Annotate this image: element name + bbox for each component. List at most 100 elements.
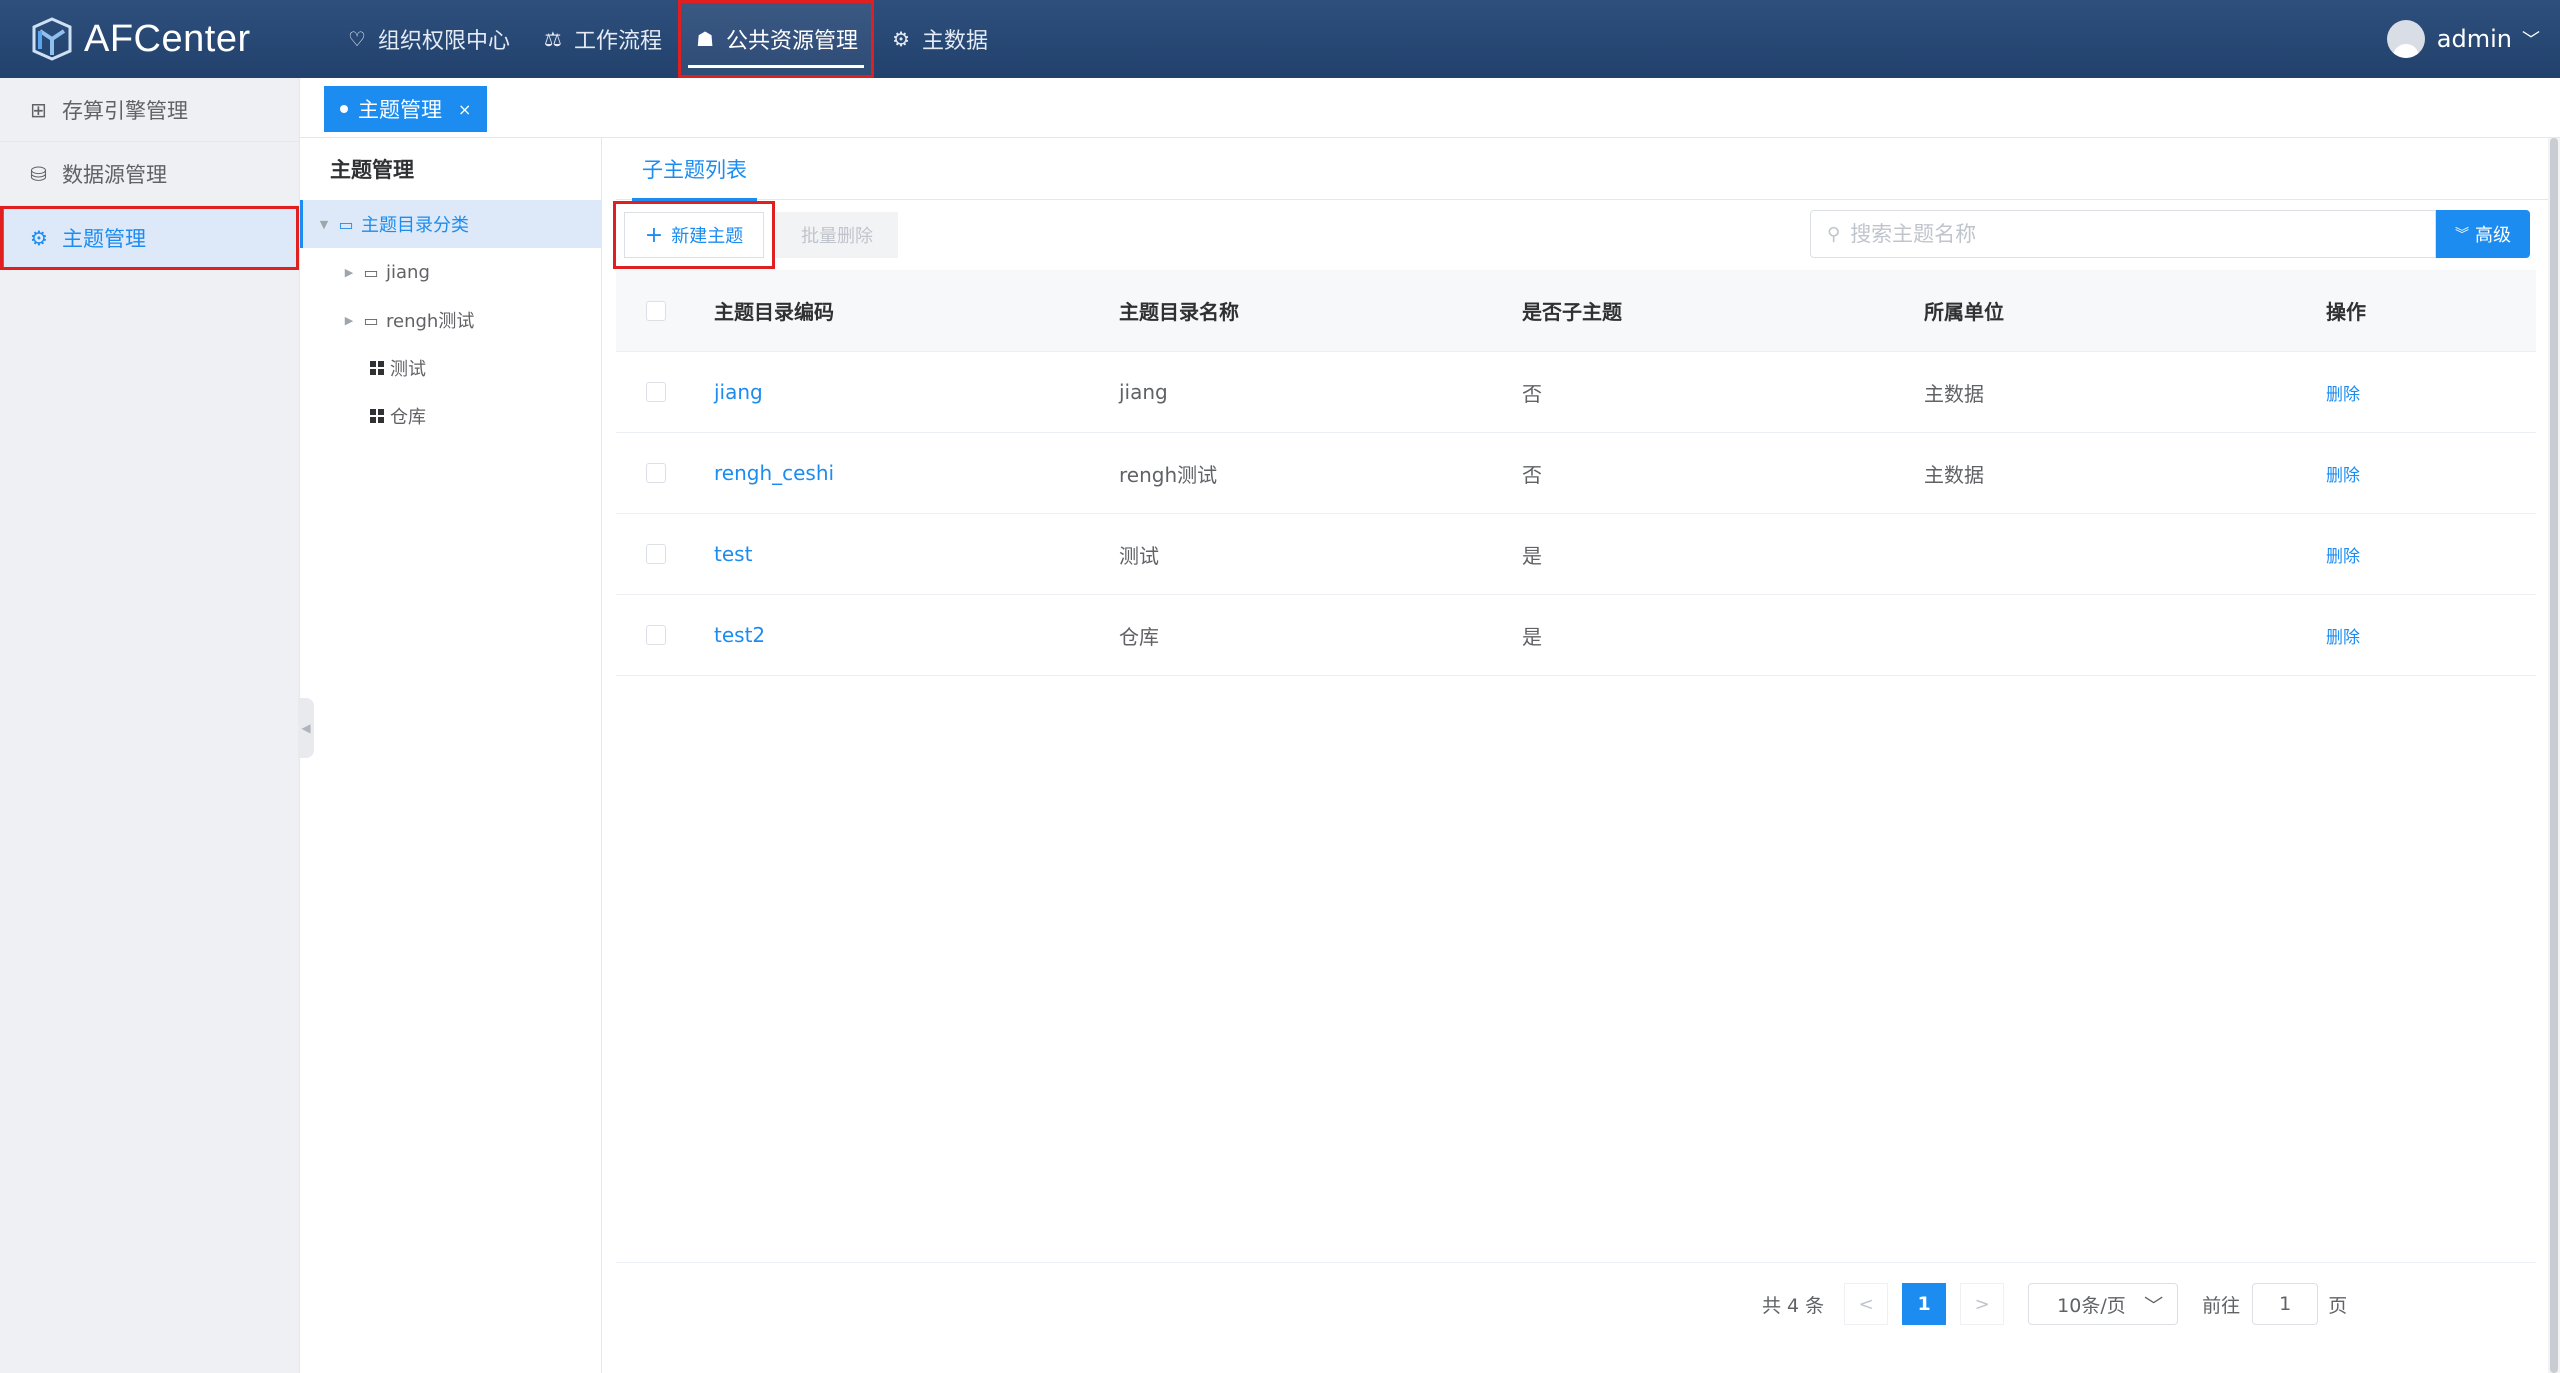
table-row: test2 仓库 是 删除: [616, 595, 2536, 676]
table-row: rengh_ceshi rengh测试 否 主数据 删除: [616, 433, 2536, 514]
nav-label: 公共资源管理: [726, 29, 859, 54]
grid-icon: ⊞: [30, 97, 47, 122]
page-suffix: 页: [2328, 1294, 2348, 1317]
row-checkbox[interactable]: [646, 382, 666, 402]
user-name: admin: [2436, 25, 2512, 53]
search-input[interactable]: [1850, 222, 2411, 246]
topic-code-link[interactable]: test2: [714, 623, 765, 647]
topic-code-link[interactable]: jiang: [714, 380, 763, 404]
page-tabs-bar: 主题管理 ×: [300, 78, 2560, 138]
nav-workflow[interactable]: ⚖ 工作流程: [526, 0, 678, 78]
new-topic-label: 新建主题: [671, 226, 744, 247]
row-checkbox[interactable]: [646, 544, 666, 564]
double-chevron-down-icon: ︾: [2455, 227, 2469, 243]
unit: 主数据: [1924, 381, 1984, 406]
topic-name: 仓库: [1119, 624, 1159, 649]
chevron-down-icon: ﹀: [2522, 30, 2540, 51]
delete-button[interactable]: 删除: [2326, 547, 2360, 567]
column-header: 是否子主题: [1522, 300, 1622, 324]
page-size-select[interactable]: 10条/页 ﹀: [2028, 1283, 2179, 1325]
topic-name: jiang: [1119, 380, 1168, 404]
main-content: 子主题列表 + 新建主题 批量删除 ⚲ ︾ 高级 主题目录编码 主题目录名称 是…: [602, 138, 2560, 1373]
row-checkbox[interactable]: [646, 463, 666, 483]
tree-node-root[interactable]: ▼ ▭ 主题目录分类: [300, 200, 601, 248]
batch-delete-button[interactable]: 批量删除: [776, 212, 898, 258]
goto-page-input[interactable]: 1: [2252, 1283, 2319, 1325]
sidebar-item-datasource[interactable]: ⛁ 数据源管理: [0, 142, 299, 206]
nav-public-resource[interactable]: ☗ 公共资源管理: [678, 0, 875, 78]
nav-org-permission[interactable]: ♡ 组织权限中心: [330, 0, 526, 78]
folder-icon: ▭: [363, 262, 379, 282]
topic-table: 主题目录编码 主题目录名称 是否子主题 所属单位 操作 jiang jiang …: [616, 270, 2536, 676]
tree-node-label: 主题目录分类: [361, 215, 469, 236]
sidebar-item-label: 主题管理: [62, 226, 146, 251]
subtabs: 子主题列表: [616, 138, 2560, 201]
select-all-checkbox[interactable]: [646, 300, 666, 321]
sidebar: ⊞ 存算引擎管理 ⛁ 数据源管理 ⚙ 主题管理: [0, 78, 300, 1373]
tree-node[interactable]: ▶ ▭ rengh测试: [300, 296, 601, 344]
column-header: 所属单位: [1924, 300, 2004, 324]
chevron-down-icon: ﹀: [2144, 1294, 2164, 1317]
row-checkbox[interactable]: [646, 625, 666, 645]
tree-node-label: 仓库: [390, 407, 426, 428]
toolbar: + 新建主题 批量删除 ⚲ ︾ 高级: [613, 201, 2560, 269]
nav-master-data[interactable]: ⚙ 主数据: [874, 0, 1004, 78]
sidebar-item-topic[interactable]: ⚙ 主题管理: [0, 206, 299, 270]
tab-subtopic-list[interactable]: 子主题列表: [632, 138, 757, 201]
is-subtopic: 是: [1522, 624, 1542, 649]
page-number-current[interactable]: 1: [1902, 1283, 1947, 1325]
delete-button[interactable]: 删除: [2326, 466, 2360, 486]
plus-icon: +: [644, 222, 664, 248]
pagination: 共 4 条 < 1 > 10条/页 ﹀ 前往 1 页: [1762, 1282, 2347, 1326]
search-box: ⚲: [1810, 210, 2436, 258]
sidebar-item-compute-engine[interactable]: ⊞ 存算引擎管理: [0, 78, 299, 142]
sidebar-item-label: 存算引擎管理: [62, 98, 188, 123]
afcenter-logo-icon: [32, 17, 72, 61]
is-subtopic: 是: [1522, 543, 1542, 568]
topic-code-link[interactable]: test: [714, 542, 752, 566]
folder-icon: ▭: [338, 214, 354, 234]
tree-node[interactable]: ▶ ▭ jiang: [300, 248, 601, 296]
page-tab-topic[interactable]: 主题管理 ×: [324, 86, 488, 132]
caret-right-icon[interactable]: ▶: [338, 314, 360, 327]
sliders-icon: ⚙: [30, 225, 48, 250]
topic-code-link[interactable]: rengh_ceshi: [714, 461, 834, 485]
table-header: 主题目录编码 主题目录名称 是否子主题 所属单位 操作: [616, 270, 2536, 352]
prev-page-button[interactable]: <: [1844, 1283, 1889, 1325]
tree-node[interactable]: 测试: [300, 344, 601, 392]
advanced-button[interactable]: ︾ 高级: [2436, 210, 2530, 258]
column-header: 主题目录名称: [1119, 300, 1239, 324]
new-topic-button[interactable]: + 新建主题: [624, 212, 764, 258]
tree-panel: 主题管理 ▼ ▭ 主题目录分类 ▶ ▭ jiang ▶ ▭ rengh测试 测试…: [300, 138, 602, 1373]
sliders-icon: ⚙: [892, 27, 911, 51]
tree-node-label: 测试: [390, 359, 426, 380]
logo[interactable]: AFCenter: [30, 17, 251, 61]
nav-label: 主数据: [922, 29, 989, 54]
advanced-label: 高级: [2475, 225, 2511, 246]
next-page-button[interactable]: >: [1960, 1283, 2005, 1325]
user-menu[interactable]: admin ﹀: [2386, 0, 2540, 78]
tree-title: 主题管理: [330, 158, 414, 182]
scale-icon: ⚖: [544, 27, 562, 51]
scrollbar-thumb[interactable]: [2550, 138, 2558, 1373]
grid-icon: [370, 361, 384, 375]
topic-name: rengh测试: [1119, 462, 1218, 487]
delete-button[interactable]: 删除: [2326, 385, 2360, 405]
page-tab-label: 主题管理: [358, 98, 442, 122]
caret-down-icon[interactable]: ▼: [313, 218, 335, 231]
total-count: 共 4 条: [1762, 1294, 1825, 1317]
page-size-value: 10条/页: [2057, 1294, 2126, 1317]
tree-node-label: rengh测试: [386, 311, 475, 332]
divider: [616, 1262, 2536, 1263]
scrollbar[interactable]: [2548, 138, 2560, 1373]
column-header: 操作: [2326, 300, 2366, 324]
delete-button[interactable]: 删除: [2326, 628, 2360, 648]
tree-node[interactable]: 仓库: [300, 392, 601, 440]
search-icon: ⚲: [1827, 223, 1841, 245]
close-icon[interactable]: ×: [458, 100, 471, 119]
caret-right-icon[interactable]: ▶: [338, 266, 360, 279]
topic-name: 测试: [1119, 543, 1159, 568]
app-name: AFCenter: [84, 17, 251, 60]
avatar: [2386, 20, 2425, 58]
tree-node-label: jiang: [386, 261, 430, 283]
